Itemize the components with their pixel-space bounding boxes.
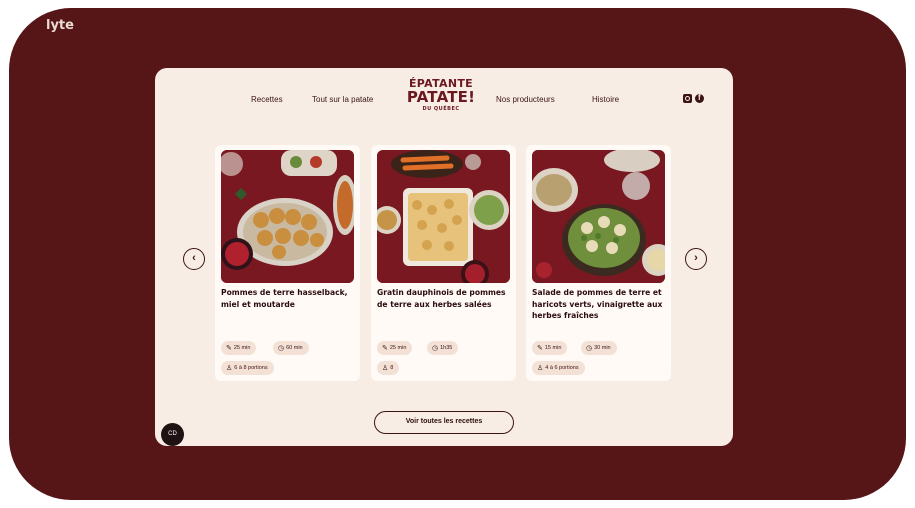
cook-time: 1h35	[440, 345, 453, 351]
servings: 8	[390, 365, 394, 371]
prep-time-chip: ✎ 25 min	[377, 341, 413, 355]
prep-time: 15 min	[544, 345, 562, 351]
recipe-card[interactable]: Gratin dauphinois de pommes de terre aux…	[371, 145, 516, 381]
chevron-right-icon[interactable]: ›	[685, 248, 707, 270]
cook-time: 30 min	[594, 345, 611, 351]
nav-link-nos-producteurs[interactable]: Nos producteurs	[496, 95, 555, 104]
clock-icon: ◷	[278, 345, 285, 352]
recipe-photo	[532, 150, 665, 283]
servings: 6 à 8 portions	[234, 365, 268, 371]
recipe-photo	[221, 150, 354, 283]
watermark: lyte	[46, 18, 74, 33]
prep-time: 25 min	[233, 345, 251, 351]
knife-icon: ✎	[226, 345, 232, 352]
cook-time-chip: ◷ 1h35	[427, 341, 459, 355]
cook-time-chip: ◷ 60 min	[273, 341, 309, 355]
prep-time: 25 min	[389, 345, 407, 351]
servings-chip: ♙ 6 à 8 portions	[221, 361, 274, 375]
clock-icon: ◷	[432, 345, 439, 352]
nav-link-recettes[interactable]: Recettes	[251, 95, 283, 104]
view-all-recipes-button[interactable]: Voir toutes les recettes	[374, 411, 514, 434]
recipe-title[interactable]: Salade de pommes de terre et haricots ve…	[532, 287, 666, 322]
recipe-card[interactable]: Pommes de terre hasselback, miel et mout…	[215, 145, 360, 381]
servings-chip: ♙ 8	[377, 361, 400, 375]
user-icon: ♙	[226, 365, 233, 372]
knife-icon: ✎	[382, 345, 388, 352]
clock-icon: ◷	[586, 345, 593, 352]
user-icon: ♙	[382, 365, 389, 372]
prep-time-chip: ✎ 15 min	[532, 341, 568, 355]
logo-line-2: PATATE!	[406, 88, 476, 106]
recipe-title[interactable]: Pommes de terre hasselback, miel et mout…	[221, 287, 355, 310]
nav-link-tout-sur-la-patate[interactable]: Tout sur la patate	[312, 95, 373, 104]
chevron-left-icon[interactable]: ‹	[183, 248, 205, 270]
recipe-photo	[377, 150, 510, 283]
facebook-icon[interactable]	[695, 93, 704, 103]
site-logo[interactable]: ÉPATANTE PATATE! DU QUÉBEC	[406, 78, 476, 113]
user-icon: ♙	[537, 365, 544, 372]
servings-chip: ♙ 4 à 6 portions	[532, 361, 585, 375]
floating-badge[interactable]: CD	[161, 423, 184, 446]
cook-time-chip: ◷ 30 min	[581, 341, 617, 355]
recipe-title[interactable]: Gratin dauphinois de pommes de terre aux…	[377, 287, 511, 310]
servings: 4 à 6 portions	[545, 365, 579, 371]
nav-link-histoire[interactable]: Histoire	[592, 95, 619, 104]
website-preview: Recettes Tout sur la patate ÉPATANTE PAT…	[155, 68, 733, 446]
instagram-icon[interactable]	[683, 94, 692, 103]
prep-time-chip: ✎ 25 min	[221, 341, 257, 355]
recipe-card[interactable]: Salade de pommes de terre et haricots ve…	[526, 145, 671, 381]
cook-time: 60 min	[286, 345, 303, 351]
logo-line-3: DU QUÉBEC	[422, 106, 460, 112]
knife-icon: ✎	[537, 345, 543, 352]
